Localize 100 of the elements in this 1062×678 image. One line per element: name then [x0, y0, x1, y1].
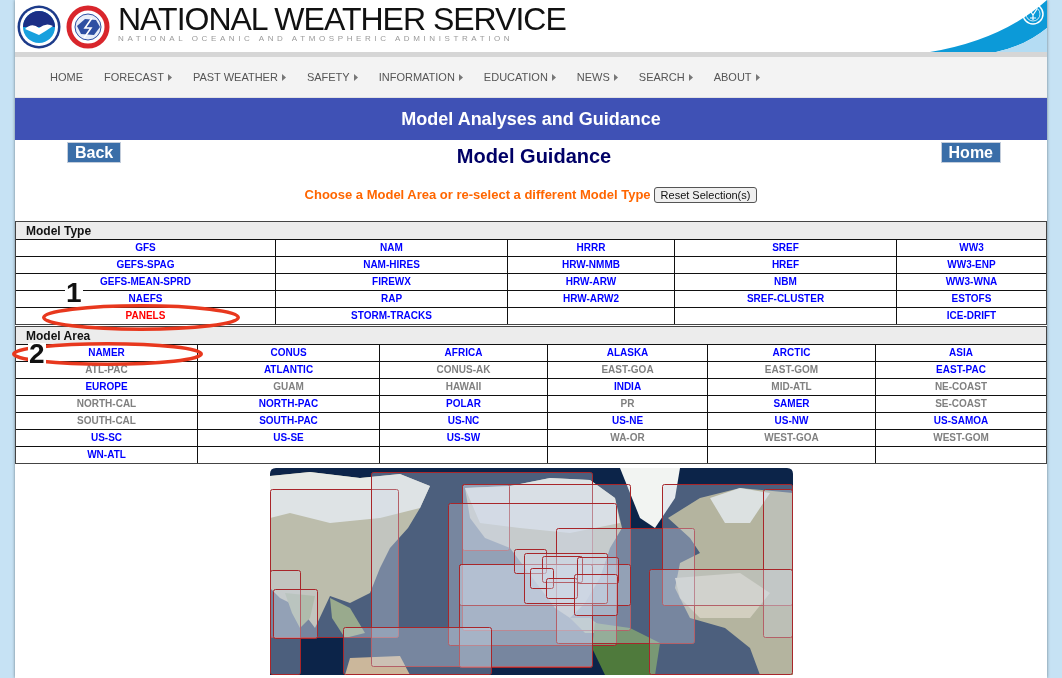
nav-link[interactable]: FORECAST — [104, 70, 172, 84]
model-area-link: WA-OR — [610, 432, 645, 444]
model-area-link[interactable]: INDIA — [613, 381, 642, 393]
map-region-box[interactable] — [272, 589, 318, 639]
banner-title: Model Analyses and Guidance — [401, 108, 661, 130]
model-area-link[interactable]: NORTH-PAC — [258, 398, 319, 410]
nav-link[interactable]: PAST WEATHER — [192, 70, 286, 84]
model-type-link[interactable]: HREF — [771, 259, 800, 271]
caret-icon — [167, 73, 172, 81]
model-area-link[interactable]: ARCTIC — [772, 347, 811, 359]
snow-cover — [709, 488, 770, 523]
model-type-link[interactable]: ESTOFS — [951, 293, 992, 305]
map-region-box[interactable] — [648, 569, 793, 675]
model-area-link[interactable]: US-SAMOA — [933, 415, 989, 427]
model-type-link[interactable]: HRRR — [576, 242, 606, 254]
model-area-link: NORTH-CAL — [76, 398, 137, 410]
model-area-link[interactable]: US-NC — [447, 415, 480, 427]
back-button[interactable]: Back — [67, 142, 122, 163]
model-area-link[interactable]: US-SW — [446, 432, 481, 444]
model-type-link[interactable]: NBM — [774, 276, 797, 288]
nav-link[interactable]: SEARCH — [638, 70, 693, 84]
model-type-link[interactable]: NAEFS — [128, 293, 163, 305]
model-area-link[interactable]: WN-ATL — [87, 449, 126, 461]
model-type-link[interactable]: SREF-CLUSTER — [746, 293, 825, 305]
model-type-link[interactable]: NAM-HIRES — [363, 259, 420, 271]
model-area-link[interactable]: US-NW — [774, 415, 809, 427]
model-area-link[interactable]: US-SE — [273, 432, 304, 444]
model-area-link[interactable]: EUROPE — [85, 381, 128, 393]
caret-icon — [755, 73, 760, 81]
model-area-link: MID-ATL — [771, 381, 812, 393]
map-region-box[interactable] — [576, 557, 619, 584]
seal-icon — [1022, 3, 1044, 25]
model-area-link: ATL-PAC — [85, 364, 128, 376]
model-type-link[interactable]: HRW-NMMB — [562, 259, 620, 271]
model-type-link[interactable]: GEFS-MEAN-SPRD — [99, 276, 192, 288]
model-type-link[interactable]: SREF — [772, 242, 799, 254]
map-region-box[interactable] — [447, 503, 617, 646]
caret-icon — [613, 73, 618, 81]
map-region-box[interactable] — [458, 564, 593, 668]
map-region-box[interactable] — [573, 574, 618, 616]
model-area-link[interactable]: ATLANTIC — [263, 364, 314, 376]
map-region-box[interactable] — [513, 549, 547, 574]
model-area-link: NE-COAST — [934, 381, 988, 393]
model-area-link[interactable]: EAST-PAC — [936, 364, 986, 376]
model-area-link: WEST-GOA — [764, 432, 819, 444]
nav-link[interactable]: HOME — [50, 70, 83, 84]
model-area-link: SE-COAST — [935, 398, 987, 410]
nav-link[interactable]: NEWS — [576, 70, 618, 84]
model-type-link[interactable]: GEFS-SPAG — [116, 259, 175, 271]
model-area-link[interactable]: NAMER — [88, 347, 125, 359]
nav-link[interactable]: INFORMATION — [378, 70, 463, 84]
caret-icon — [458, 73, 463, 81]
table-heading: Model Area — [26, 328, 91, 343]
model-type-link[interactable]: ICE-DRIFT — [946, 310, 997, 322]
model-area-link: SOUTH-CAL — [77, 415, 136, 427]
model-type-link[interactable]: WW3 — [959, 242, 984, 254]
page-title: Model Guidance — [456, 145, 612, 167]
model-area-link[interactable]: ALASKA — [606, 347, 649, 359]
model-area-link: EAST-GOM — [764, 364, 819, 376]
nav-link[interactable]: SAFETY — [306, 70, 358, 84]
site-title: NATIONAL WEATHER SERVICE — [118, 3, 566, 35]
caret-icon — [353, 73, 358, 81]
model-type-link[interactable]: FIREWX — [372, 276, 411, 288]
site-subtitle: NATIONAL OCEANIC AND ATMOSPHERIC ADMINISTRATION — [118, 34, 514, 44]
annotation-number: 1 — [65, 282, 83, 304]
instruction-text: Choose a Model Area or re-select a different Model Type — [304, 187, 651, 203]
model-type-link[interactable]: GFS — [135, 242, 156, 254]
model-area-link[interactable]: AFRICA — [444, 347, 483, 359]
map-region-box[interactable] — [342, 627, 492, 675]
map-region-box[interactable] — [529, 568, 554, 589]
landmass — [344, 656, 410, 675]
map-region-box[interactable] — [523, 553, 608, 604]
nav-link[interactable]: ABOUT — [713, 70, 760, 84]
ring-emblem-icon — [66, 5, 110, 49]
model-type-link[interactable]: WW3-ENP — [947, 259, 996, 271]
model-type-link[interactable]: WW3-WNA — [945, 276, 998, 288]
model-area-link[interactable]: CONUS — [270, 347, 307, 359]
model-type-link[interactable]: HRW-ARW — [565, 276, 617, 288]
caret-icon — [281, 73, 286, 81]
model-area-link[interactable]: SOUTH-PAC — [259, 415, 318, 427]
model-area-link: CONUS-AK — [436, 364, 491, 376]
table-heading: Model Type — [26, 223, 92, 238]
model-area-link[interactable]: POLAR — [446, 398, 481, 410]
model-area-link: WEST-GOM — [933, 432, 989, 444]
model-type-link[interactable]: HRW-ARW2 — [562, 293, 620, 305]
model-type-link[interactable]: NAM — [380, 242, 403, 254]
model-area-link[interactable]: US-NE — [611, 415, 644, 427]
model-type-link[interactable]: RAP — [380, 293, 403, 305]
model-type-link[interactable]: PANELS — [125, 310, 166, 322]
model-area-link[interactable]: ASIA — [949, 347, 973, 359]
nav-link[interactable]: EDUCATION — [483, 70, 556, 84]
model-area-link: HAWAII — [445, 381, 482, 393]
model-area-link: EAST-GOA — [601, 364, 654, 376]
reset-button[interactable]: Reset Selection(s) — [653, 187, 758, 203]
model-area-link[interactable]: SAMER — [773, 398, 810, 410]
home-button[interactable]: Home — [940, 142, 1001, 163]
model-type-link[interactable]: STORM-TRACKS — [351, 310, 432, 322]
model-area-link[interactable]: US-SC — [90, 432, 123, 444]
model-area-link: GUAM — [273, 381, 304, 393]
map-region-box[interactable] — [269, 570, 301, 675]
